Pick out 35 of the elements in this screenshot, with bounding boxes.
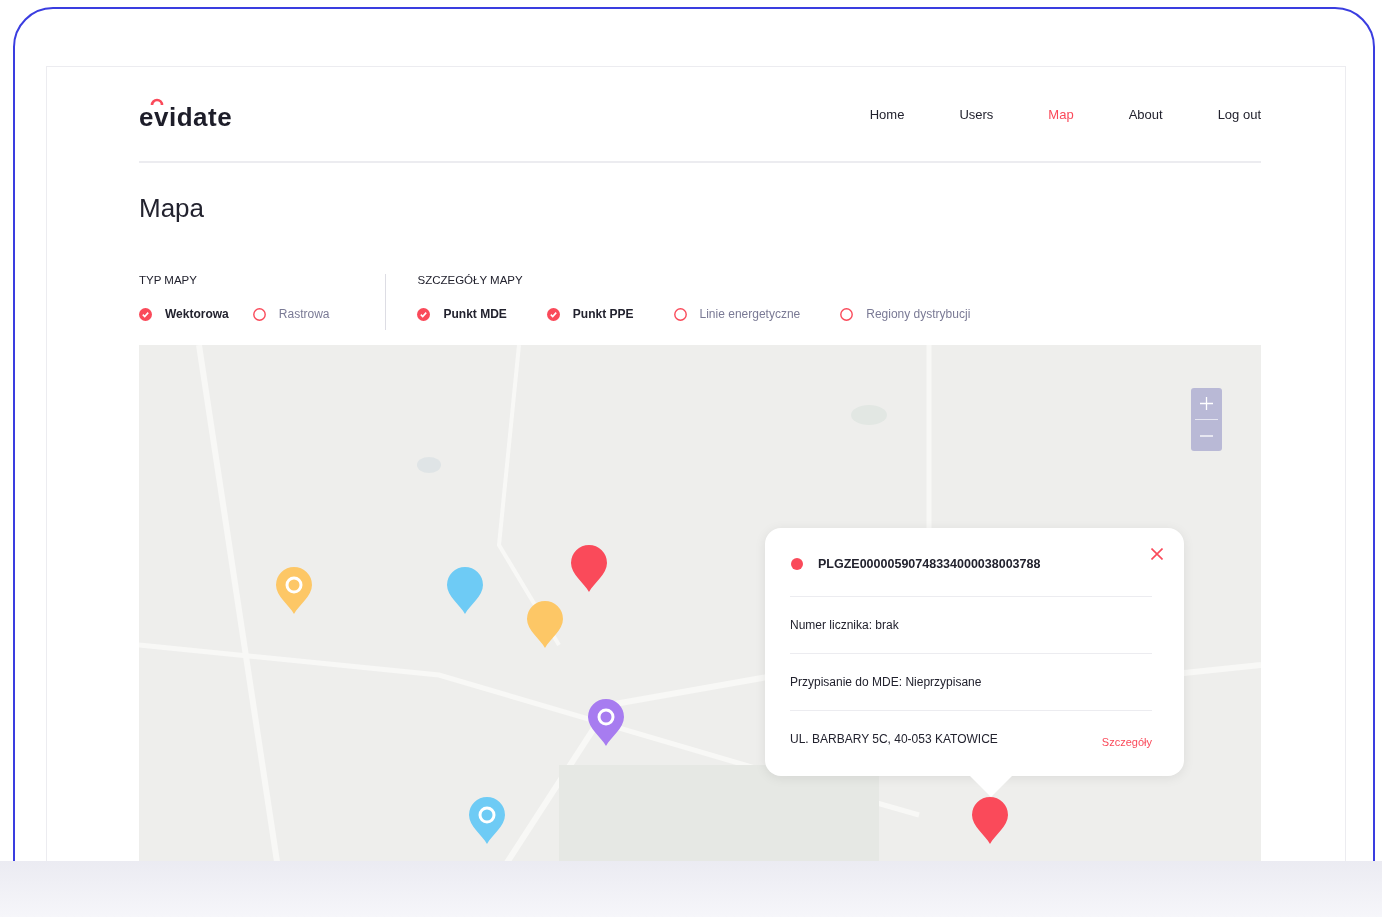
map-pin-icon[interactable] [468, 797, 506, 845]
unchecked-icon[interactable] [252, 307, 266, 321]
map-pin-icon[interactable] [971, 797, 1009, 845]
option-label[interactable]: Wektorowa [165, 307, 229, 321]
option-label[interactable]: Rastrowa [278, 307, 330, 321]
info-text: Numer licznika: brak [790, 618, 899, 632]
point-id: PLGZE00000590748334000038003788 [818, 557, 1041, 571]
map-pin-icon[interactable] [446, 567, 484, 615]
unchecked-icon[interactable] [840, 307, 854, 321]
option-label[interactable]: Regiony dystrybucji [866, 307, 971, 321]
option-label[interactable]: Punkt PPE [572, 307, 634, 321]
details-link[interactable]: Szczegóły [1101, 736, 1152, 748]
plus-icon [1200, 397, 1213, 410]
map-pin-icon[interactable] [275, 567, 313, 615]
logo: evidate [139, 101, 233, 133]
nav-link[interactable]: Log out [1217, 106, 1261, 122]
option-label[interactable]: Punkt MDE [443, 307, 507, 321]
map-pin-icon[interactable] [587, 699, 625, 747]
filter-label: SZCZEGÓŁY MAPY [417, 274, 524, 286]
close-button[interactable] [1148, 545, 1166, 563]
address-text: UL. BARBARY 5C, 40-053 KATOWICE [790, 732, 998, 746]
unchecked-icon[interactable] [673, 307, 687, 321]
option-label[interactable]: Linie energetyczne [699, 307, 801, 321]
minus-icon [1200, 434, 1213, 437]
checked-icon[interactable] [417, 307, 431, 321]
filter-label: TYP MAPY [139, 274, 198, 286]
checked-icon[interactable] [139, 307, 152, 321]
nav-link[interactable]: Users [959, 106, 994, 122]
nav-link[interactable]: About [1128, 106, 1163, 122]
info-text: Przypisanie do MDE: Nieprzypisane [790, 675, 982, 689]
close-icon [1151, 548, 1163, 560]
nav-link[interactable]: Home [869, 106, 905, 122]
map-pin-icon[interactable] [570, 545, 608, 593]
page-title: Mapa [139, 193, 206, 224]
checked-icon[interactable] [546, 307, 560, 321]
